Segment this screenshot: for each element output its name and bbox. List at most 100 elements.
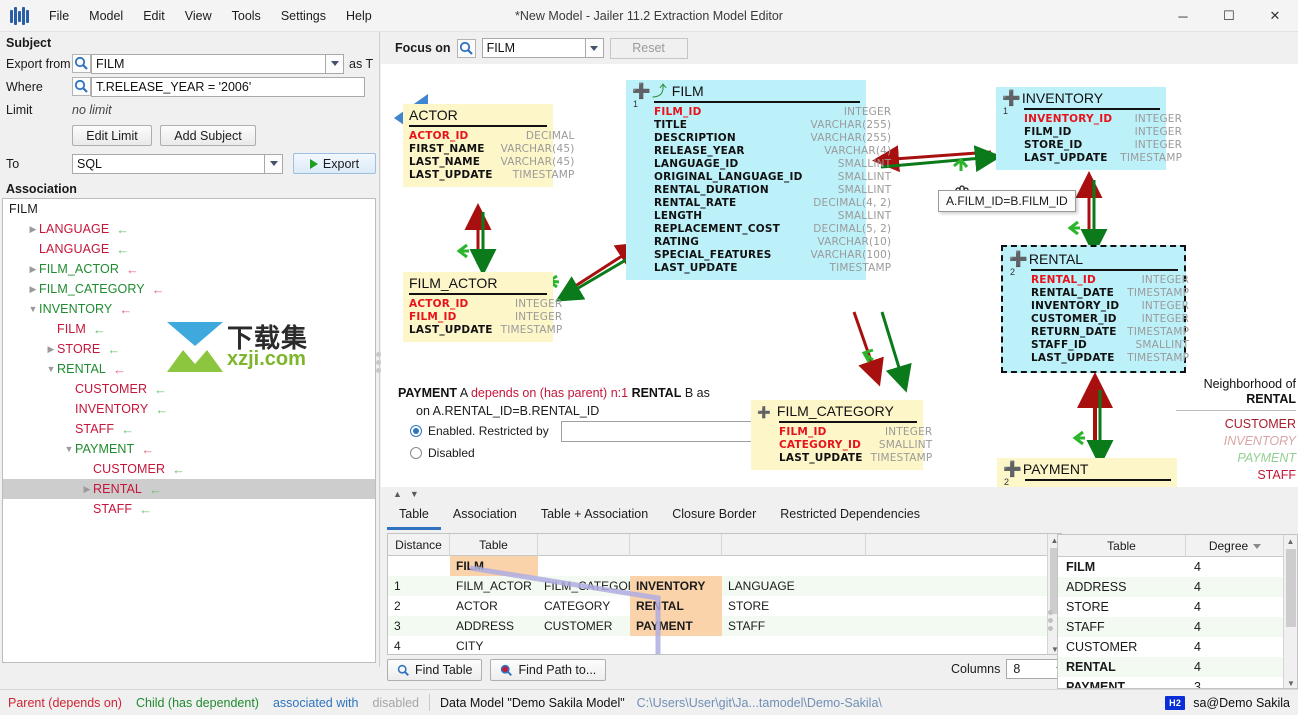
tree-twisty-icon[interactable]: ▶ — [27, 284, 39, 295]
tab-closure-border[interactable]: Closure Border — [660, 503, 768, 530]
table-box-film-actor[interactable]: FILM_ACTOR ACTOR_IDINTEGER FILM_IDINTEGE… — [403, 272, 553, 342]
column-header-6[interactable] — [866, 534, 1048, 556]
tree-item-staff-10[interactable]: STAFF← — [3, 419, 375, 439]
table-row[interactable]: STORE4 — [1058, 597, 1297, 617]
cell-table[interactable]: CITY — [450, 636, 538, 655]
cell-table[interactable] — [538, 636, 630, 655]
table-row[interactable]: 4CITY — [388, 636, 1061, 655]
tree-twisty-icon[interactable]: ▶ — [81, 484, 93, 495]
column-header-degree[interactable]: Degree — [1186, 535, 1284, 557]
table-box-film[interactable]: ➕1 ⤴ FILM FILM_IDINTEGER TITLEVARCHAR(25… — [626, 80, 866, 280]
export-from-input[interactable]: FILM — [91, 54, 326, 74]
cell-table[interactable]: ADDRESS — [450, 616, 538, 636]
tree-item-film_category-3[interactable]: ▶FILM_CATEGORY← — [3, 279, 375, 299]
table-row[interactable]: ADDRESS4 — [1058, 577, 1297, 597]
table-box-rental[interactable]: ➕2 RENTAL RENTAL_IDINTEGER RENTAL_DATETI… — [1001, 245, 1186, 373]
add-subject-button[interactable]: Add Subject — [160, 125, 256, 146]
cell-table[interactable]: STORE — [722, 596, 866, 616]
cell-table[interactable]: CATEGORY — [538, 596, 630, 616]
find-path-button[interactable]: Find Path to... — [490, 659, 606, 681]
cell-table[interactable] — [630, 636, 722, 655]
tab-table[interactable]: Table — [387, 503, 441, 530]
maximize-button[interactable]: ☐ — [1206, 0, 1252, 32]
column-header-4[interactable] — [630, 534, 722, 556]
tree-item-language-1[interactable]: LANGUAGE← — [3, 239, 375, 259]
column-header-3[interactable] — [538, 534, 630, 556]
to-format-select[interactable]: SQL — [72, 154, 265, 174]
expand-plus-icon[interactable]: ➕ — [757, 403, 773, 420]
menu-item-view[interactable]: View — [176, 5, 221, 27]
expand-plus-icon[interactable]: ➕2 — [1003, 461, 1019, 478]
table-row[interactable]: PAYMENT3 — [1058, 677, 1297, 689]
tree-item-inventory-9[interactable]: INVENTORY← — [3, 399, 375, 419]
tab-association[interactable]: Association — [441, 503, 529, 530]
cell-table[interactable]: INVENTORY — [630, 576, 722, 596]
table-box-payment[interactable]: ➕2 PAYMENT — [997, 458, 1177, 487]
cell-table[interactable]: STAFF — [722, 616, 866, 636]
table-row[interactable]: CUSTOMER4 — [1058, 637, 1297, 657]
tab-table-association[interactable]: Table + Association — [529, 503, 660, 530]
table-box-actor[interactable]: ACTOR ACTOR_IDDECIMAL FIRST_NAMEVARCHAR(… — [403, 104, 553, 187]
menu-item-help[interactable]: Help — [337, 5, 381, 27]
right-splitter-handle[interactable] — [1047, 600, 1053, 640]
menu-item-settings[interactable]: Settings — [272, 5, 335, 27]
to-format-dropdown[interactable] — [265, 154, 283, 174]
tree-twisty-icon[interactable]: ▼ — [63, 444, 75, 454]
tree-item-film_actor-2[interactable]: ▶FILM_ACTOR← — [3, 259, 375, 279]
scrollbar-thumb[interactable] — [1286, 549, 1296, 627]
search-icon[interactable] — [72, 77, 91, 96]
degree-grid-scrollbar[interactable]: ▲ ▼ — [1283, 535, 1297, 689]
menu-item-file[interactable]: File — [40, 5, 78, 27]
cell-table[interactable] — [722, 636, 866, 655]
neighborhood-item-customer[interactable]: CUSTOMER — [1176, 416, 1296, 433]
cell-table[interactable]: LANGUAGE — [722, 576, 866, 596]
tree-item-inventory-4[interactable]: ▼INVENTORY← — [3, 299, 375, 319]
table-box-film-category[interactable]: ➕ FILM_CATEGORY FILM_IDINTEGER CATEGORY_… — [751, 400, 923, 470]
tree-item-language-0[interactable]: ▶LANGUAGE← — [3, 219, 375, 239]
neighborhood-item-payment[interactable]: PAYMENT — [1176, 450, 1296, 467]
radio-disabled[interactable] — [410, 447, 422, 459]
tree-item-customer-12[interactable]: CUSTOMER← — [3, 459, 375, 479]
cell-table[interactable]: RENTAL — [630, 596, 722, 616]
cell-table[interactable] — [630, 556, 722, 576]
closure-grid[interactable]: Distance Table FILM1FILM_ACTORFILM_CATEG… — [387, 533, 1062, 655]
column-header-table[interactable]: Table — [450, 534, 538, 556]
table-row[interactable]: STAFF4 — [1058, 617, 1297, 637]
minimize-button[interactable]: ─ — [1160, 0, 1206, 32]
neighborhood-item-staff[interactable]: STAFF — [1176, 467, 1296, 484]
cell-table[interactable]: FILM_ACTOR — [450, 576, 538, 596]
tree-twisty-icon[interactable]: ▶ — [27, 264, 39, 275]
table-row[interactable]: FILM4 — [1058, 557, 1297, 577]
tab-restricted-dependencies[interactable]: Restricted Dependencies — [768, 503, 932, 530]
tree-twisty-icon[interactable]: ▶ — [45, 344, 57, 355]
table-row[interactable]: FILM — [388, 556, 1061, 576]
tree-item-store-6[interactable]: ▶STORE← — [3, 339, 375, 359]
tree-item-payment-11[interactable]: ▼PAYMENT← — [3, 439, 375, 459]
tree-twisty-icon[interactable]: ▼ — [27, 304, 39, 314]
column-header-5[interactable] — [722, 534, 866, 556]
table-row[interactable]: RENTAL4 — [1058, 657, 1297, 677]
radio-enabled[interactable] — [410, 425, 422, 437]
column-header-distance[interactable]: Distance — [388, 534, 450, 556]
degree-grid[interactable]: Table Degree FILM4ADDRESS4STORE4STAFF4CU… — [1057, 534, 1298, 689]
tree-root[interactable]: FILM — [3, 199, 375, 219]
tree-item-staff-14[interactable]: STAFF← — [3, 499, 375, 519]
cell-table[interactable] — [722, 556, 866, 576]
search-icon[interactable] — [72, 54, 91, 73]
model-diagram[interactable]: Focus on FILM Reset — [381, 32, 1298, 487]
tree-item-rental-13[interactable]: ▶RENTAL← — [3, 479, 375, 499]
scroll-down-icon[interactable]: ▼ — [1284, 679, 1298, 688]
column-header-table[interactable]: Table — [1058, 535, 1186, 557]
expand-plus-icon[interactable]: ➕1 — [632, 83, 648, 100]
cell-table[interactable]: CUSTOMER — [538, 616, 630, 636]
table-row[interactable]: 2ACTORCATEGORYRENTALSTORE — [388, 596, 1061, 616]
find-table-button[interactable]: Find Table — [387, 659, 482, 681]
tree-item-rental-7[interactable]: ▼RENTAL← — [3, 359, 375, 379]
close-button[interactable]: ✕ — [1252, 0, 1298, 32]
export-from-dropdown[interactable] — [326, 54, 344, 74]
edit-limit-button[interactable]: Edit Limit — [72, 125, 152, 146]
menu-item-edit[interactable]: Edit — [134, 5, 174, 27]
expand-plus-icon[interactable]: ➕1 — [1002, 90, 1018, 107]
tree-item-customer-8[interactable]: CUSTOMER← — [3, 379, 375, 399]
scroll-up-icon[interactable]: ▲ — [1284, 535, 1297, 546]
